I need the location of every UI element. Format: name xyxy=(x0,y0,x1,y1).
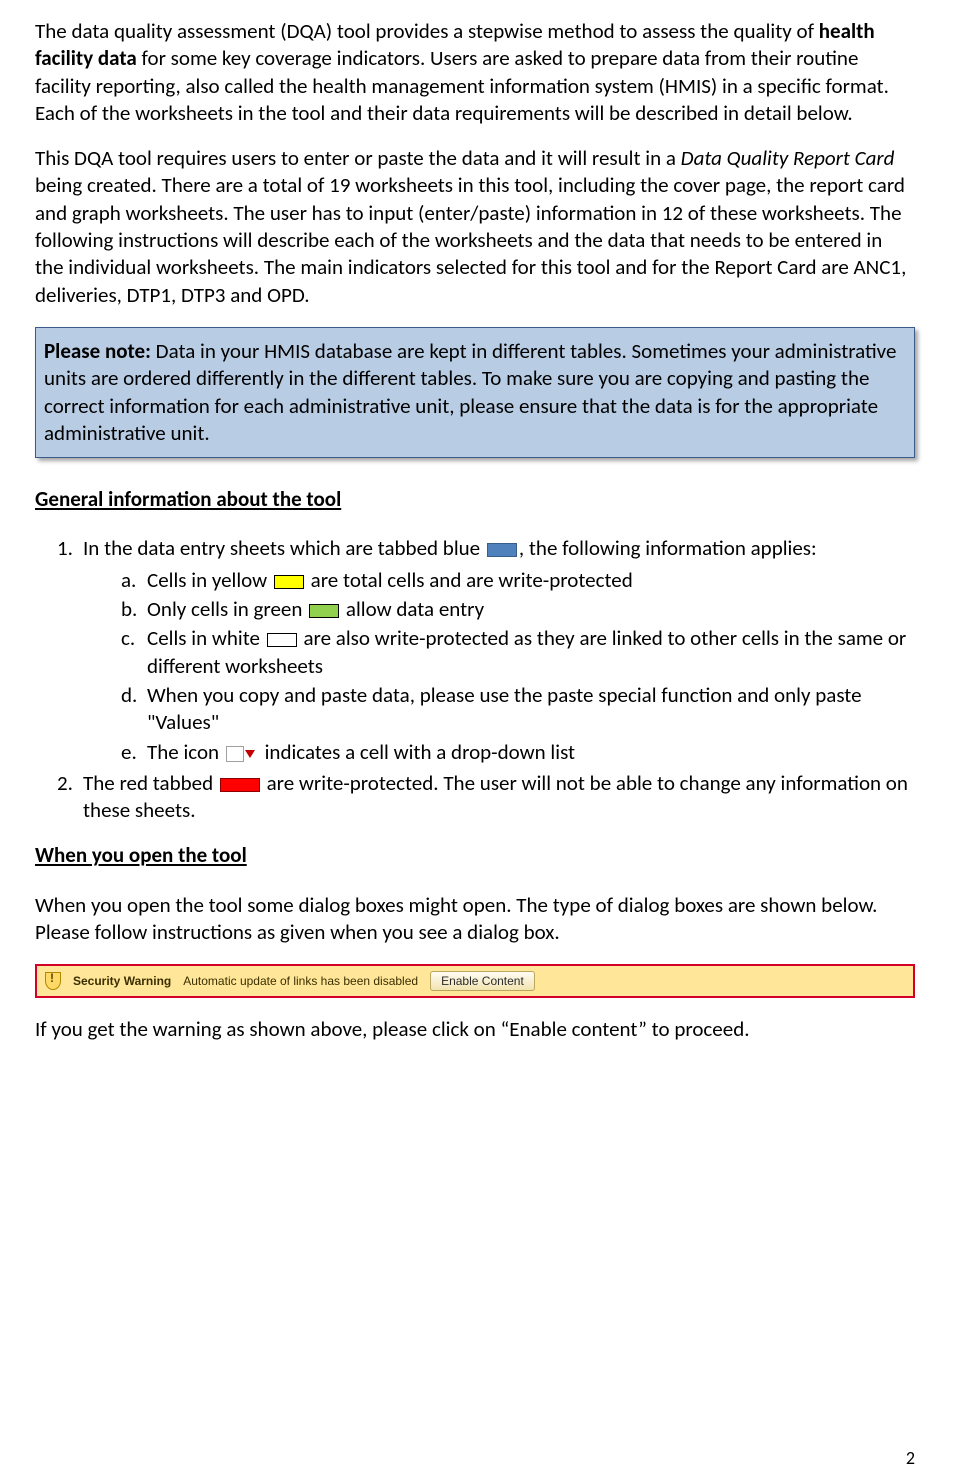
enable-content-instruction: If you get the warning as shown above, p… xyxy=(35,1016,915,1043)
intro-paragraph-1: The data quality assessment (DQA) tool p… xyxy=(35,18,915,127)
list-item-2: The red tabbed are write-protected. The … xyxy=(61,770,915,825)
please-note-text: Data in your HMIS database are kept in d… xyxy=(44,338,896,446)
intro-paragraph-2: This DQA tool requires users to enter or… xyxy=(35,145,915,309)
white-swatch xyxy=(267,633,297,647)
yellow-swatch xyxy=(274,575,304,589)
sublist: Cells in yellow are total cells and are … xyxy=(83,567,915,766)
security-warning-bar: Security Warning Automatic update of lin… xyxy=(35,964,915,998)
open-tool-paragraph: When you open the tool some dialog boxes… xyxy=(35,892,915,947)
please-note-box: Please note: Data in your HMIS database … xyxy=(35,327,915,458)
green-swatch xyxy=(309,604,339,618)
sub-c: Cells in white are also write-protected … xyxy=(125,625,915,680)
please-note-label: Please note: xyxy=(44,338,151,364)
security-warning-message: Automatic update of links has been disab… xyxy=(183,974,418,990)
enable-content-button[interactable]: Enable Content xyxy=(430,971,535,991)
heading-when-you-open: When you open the tool xyxy=(35,842,915,869)
heading-general-information: General information about the tool xyxy=(35,486,915,513)
blue-tab-swatch xyxy=(487,543,517,557)
list-item-1: In the data entry sheets which are tabbe… xyxy=(61,535,915,765)
sub-a: Cells in yellow are total cells and are … xyxy=(125,567,915,594)
page-number: 2 xyxy=(906,1447,915,1470)
sub-d: When you copy and paste data, please use… xyxy=(125,682,915,737)
sub-e: The icon indicates a cell with a drop-do… xyxy=(125,739,915,766)
italic-report-card: Data Quality Report Card xyxy=(681,145,895,171)
dropdown-icon xyxy=(226,746,244,762)
shield-icon xyxy=(45,972,61,990)
red-tab-swatch xyxy=(220,778,260,792)
security-warning-title: Security Warning xyxy=(73,974,171,990)
general-info-list: In the data entry sheets which are tabbe… xyxy=(35,535,915,824)
sub-b: Only cells in green allow data entry xyxy=(125,596,915,623)
